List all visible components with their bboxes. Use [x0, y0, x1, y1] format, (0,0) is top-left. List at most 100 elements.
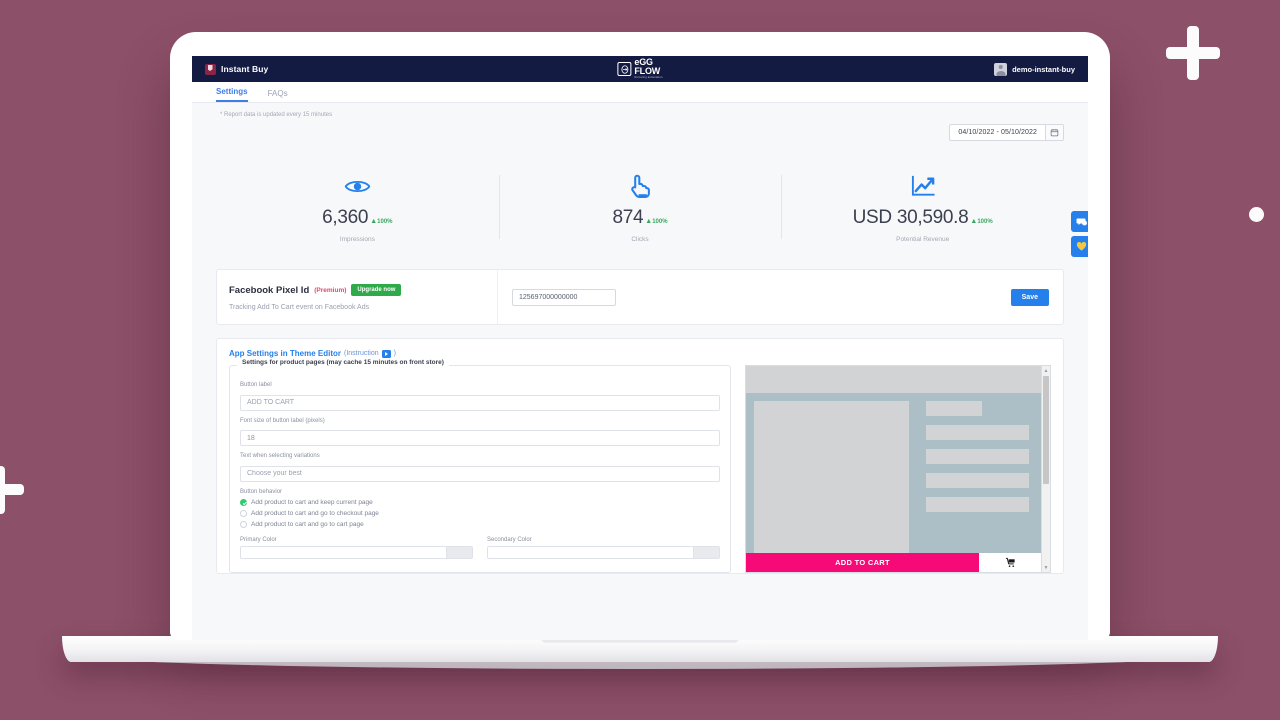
fieldset-legend: Settings for product pages (may cache 15…: [237, 359, 449, 366]
radio-icon[interactable]: [240, 520, 247, 528]
preview-line: [926, 449, 1029, 464]
product-page-preview: ADD TO CART ▲ ▼: [745, 365, 1051, 573]
scroll-down-icon[interactable]: ▼: [1042, 563, 1050, 572]
floating-action-buttons: [1071, 211, 1088, 257]
button-label-input[interactable]: [240, 394, 720, 411]
product-page-settings-fieldset: Settings for product pages (may cache 15…: [229, 359, 731, 573]
secondary-color-label: Secondary Color: [487, 536, 532, 543]
app-settings-title[interactable]: App Settings in Theme Editor: [229, 349, 341, 358]
upgrade-now-button[interactable]: Upgrade now: [351, 284, 402, 296]
font-size-field-label: Font size of button label (pixels): [240, 417, 325, 424]
preview-line: [926, 497, 1029, 512]
preview-header-block: [746, 366, 1041, 393]
preview-image-placeholder: [754, 401, 909, 554]
secondary-color-input[interactable]: [487, 545, 720, 559]
behavior-option-label: Add product to cart and keep current pag…: [251, 498, 373, 506]
stat-delta: ▲100%: [970, 218, 993, 225]
date-range-picker[interactable]: 04/10/2022 - 05/10/2022: [949, 124, 1064, 141]
app-settings-card: App Settings in Theme Editor (Instructio…: [216, 338, 1064, 574]
stat-impressions: 6,360 ▲100% Impressions: [216, 171, 499, 243]
stat-label: Clicks: [631, 236, 649, 243]
stat-label: Impressions: [339, 236, 375, 243]
app-screen: Instant Buy eGG FLOW Nurturing automatio…: [192, 56, 1088, 640]
scrollbar-thumb[interactable]: [1043, 376, 1049, 484]
premium-tag: (Premium): [314, 286, 347, 294]
heart-icon[interactable]: [1071, 236, 1088, 257]
facebook-pixel-form: Save: [497, 270, 1063, 324]
primary-color-swatch[interactable]: [446, 546, 472, 558]
tab-settings[interactable]: Settings: [216, 87, 248, 102]
primary-color-value: [241, 547, 446, 558]
play-video-icon[interactable]: [381, 349, 391, 358]
stat-label: Potential Revenue: [896, 236, 950, 243]
preview-line: [926, 425, 1029, 440]
facebook-pixel-subtitle: Tracking Add To Cart event on Facebook A…: [229, 304, 370, 311]
stat-delta: ▲100%: [645, 218, 668, 225]
decorative-plus-left: [0, 466, 24, 514]
button-behavior-label: Button behavior: [240, 488, 283, 495]
button-label-field-label: Button label: [240, 382, 272, 388]
preview-cta-bar: ADD TO CART: [746, 553, 1041, 572]
stats-row: 6,360 ▲100% Impressions 874 ▲100% Clicks…: [216, 157, 1064, 261]
stat-potential-revenue: USD 30,590.8 ▲100% Potential Revenue: [781, 171, 1064, 243]
eggflow-mark-icon: [617, 62, 632, 76]
decorative-plus-top-right: [1166, 26, 1220, 80]
behavior-option-label: Add product to cart and go to checkout p…: [251, 509, 379, 517]
stat-value: 6,360: [322, 207, 369, 228]
app-settings-header: App Settings in Theme Editor (Instructio…: [229, 349, 1051, 358]
stat-delta-value: 100%: [377, 219, 393, 225]
account-menu[interactable]: demo-instant-buy: [994, 62, 1075, 76]
secondary-color-swatch[interactable]: [693, 546, 719, 558]
behavior-option-checkout-page[interactable]: Add product to cart and go to checkout p…: [240, 509, 720, 517]
font-size-input[interactable]: [240, 430, 720, 446]
preview-line: [926, 401, 982, 416]
preview-main-block: [746, 393, 1041, 572]
shopping-cart-icon[interactable]: [979, 553, 1041, 572]
color-settings-row: Primary Color Secondary Color: [240, 537, 720, 559]
stat-clicks: 874 ▲100% Clicks: [498, 171, 782, 243]
eggflow-logo-line2: FLOW: [634, 66, 661, 77]
variation-text-field-label: Text when selecting variations: [240, 453, 320, 459]
eye-icon: [216, 171, 499, 201]
primary-color-label: Primary Color: [240, 536, 277, 543]
facebook-pixel-input[interactable]: [512, 288, 616, 306]
brand-name: Instant Buy: [221, 64, 269, 74]
secondary-color-value: [488, 547, 693, 558]
tab-bar: Settings FAQs: [192, 82, 1088, 103]
avatar: [994, 62, 1008, 76]
trend-icon: [781, 171, 1064, 201]
decorative-dot: [1249, 207, 1264, 222]
click-icon: [499, 171, 782, 201]
radio-icon[interactable]: [240, 498, 247, 506]
calendar-icon[interactable]: [1045, 125, 1063, 140]
radio-icon[interactable]: [240, 509, 247, 517]
date-range-value: 04/10/2022 - 05/10/2022: [958, 129, 1037, 136]
eggflow-logo-tagline: Nurturing automation: [634, 75, 663, 79]
stat-delta-value: 100%: [652, 219, 668, 225]
app-settings-body: Settings for product pages (may cache 15…: [229, 359, 1051, 573]
report-note: * Report data is updated every 15 minute…: [220, 112, 333, 118]
instant-buy-logo-icon: [205, 63, 216, 75]
save-button[interactable]: Save: [1010, 288, 1049, 306]
tab-faqs[interactable]: FAQs: [268, 89, 288, 102]
behavior-option-keep-page[interactable]: Add product to cart and keep current pag…: [240, 498, 720, 506]
facebook-pixel-info: Facebook Pixel Id (Premium) Upgrade now …: [217, 270, 497, 324]
account-name: demo-instant-buy: [1012, 64, 1075, 74]
instruction-suffix: ): [393, 350, 396, 357]
behavior-option-cart-page[interactable]: Add product to cart and go to cart page: [240, 520, 720, 528]
preview-scrollbar[interactable]: ▲ ▼: [1041, 366, 1050, 572]
chat-bubble-icon[interactable]: [1071, 211, 1088, 232]
behavior-option-label: Add product to cart and go to cart page: [251, 520, 364, 528]
stat-delta-value: 100%: [977, 219, 993, 225]
scroll-up-icon[interactable]: ▲: [1042, 366, 1050, 375]
preview-line: [926, 473, 1029, 488]
laptop-lid: Instant Buy eGG FLOW Nurturing automatio…: [170, 32, 1110, 640]
page-content: * Report data is updated every 15 minute…: [192, 103, 1088, 574]
primary-color-input[interactable]: [240, 545, 473, 559]
variation-text-input[interactable]: [240, 465, 720, 482]
preview-add-to-cart-button[interactable]: ADD TO CART: [746, 553, 979, 572]
primary-color-field: Primary Color: [240, 537, 473, 559]
date-range-row: 04/10/2022 - 05/10/2022: [216, 118, 1064, 141]
facebook-pixel-card: Facebook Pixel Id (Premium) Upgrade now …: [216, 269, 1064, 325]
stat-delta: ▲100%: [370, 218, 393, 225]
